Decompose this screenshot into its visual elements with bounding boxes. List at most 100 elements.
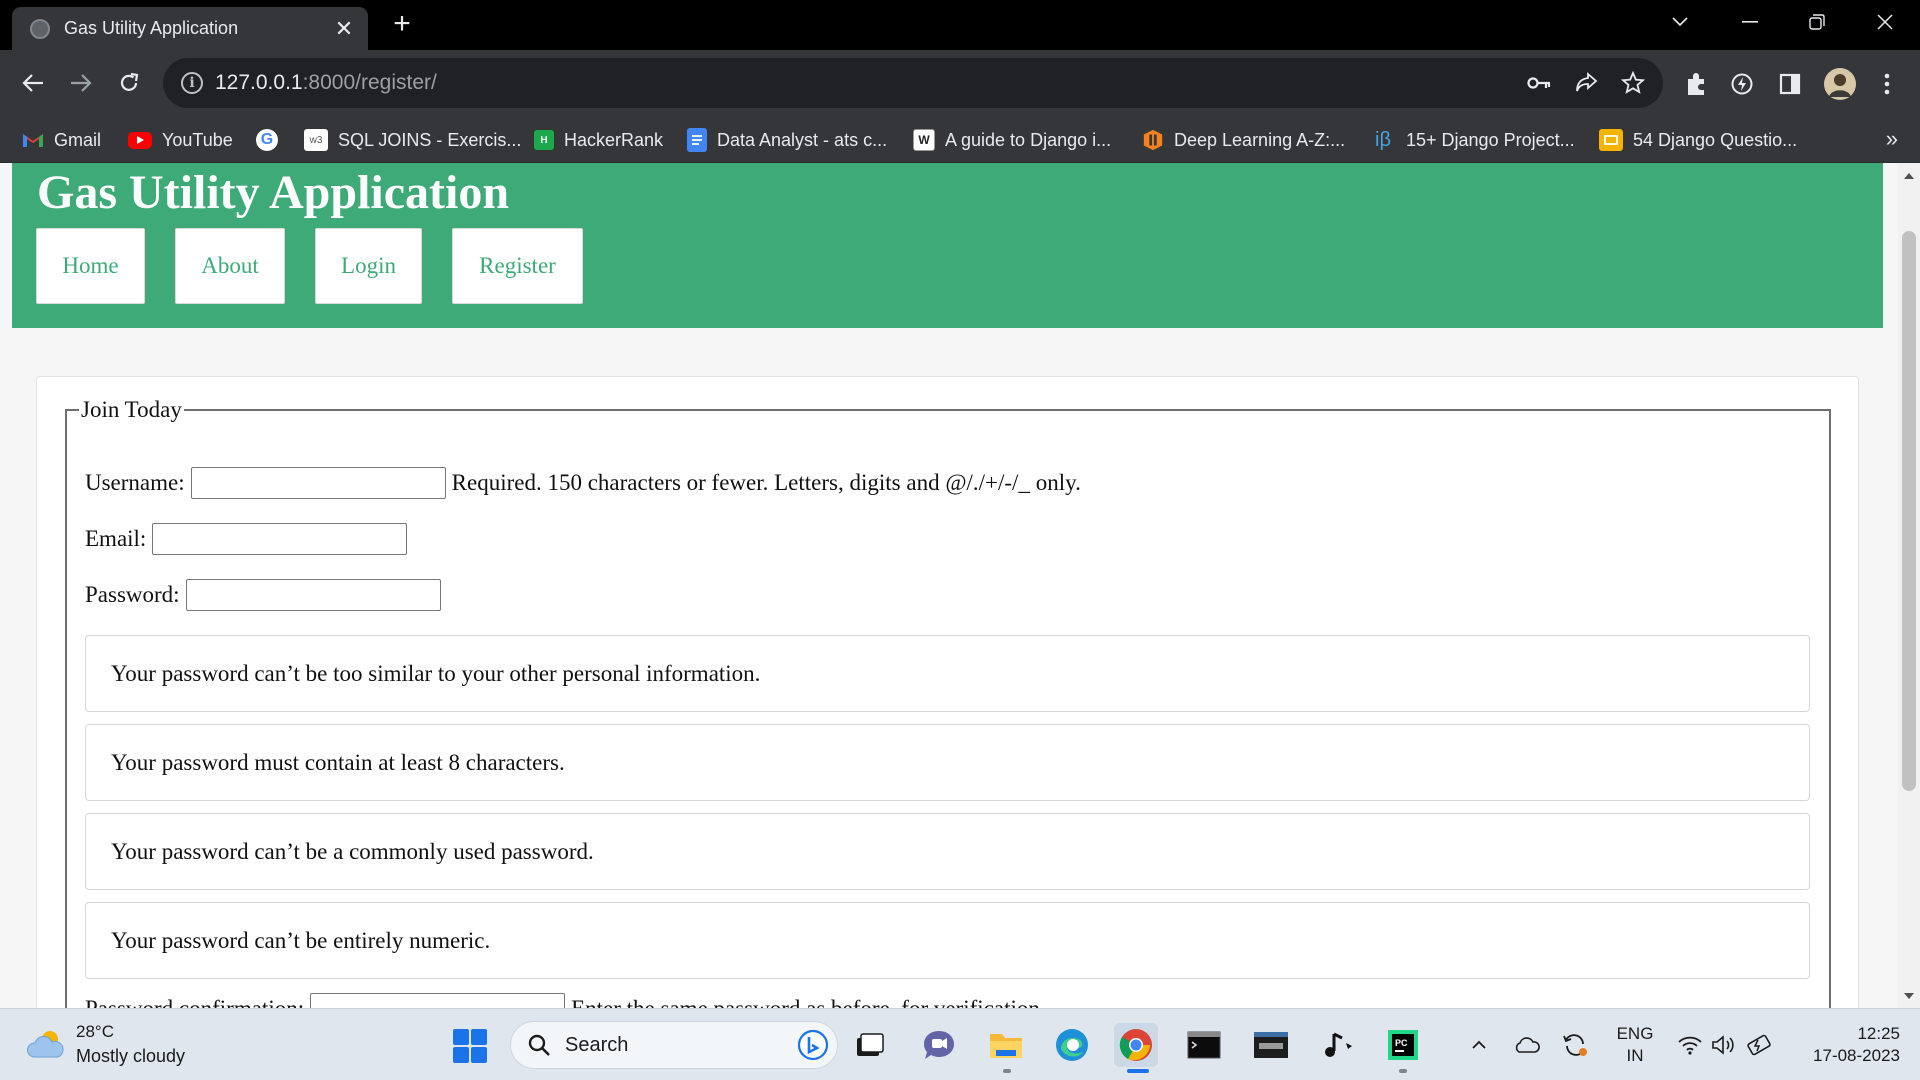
register-card: Join Today Username: Required. 150 chara… — [36, 376, 1859, 1008]
nav-login[interactable]: Login — [315, 228, 422, 304]
taskbar-search[interactable]: Search — [510, 1021, 838, 1069]
reload-button[interactable] — [110, 64, 148, 102]
bookmark-label: 54 Django Questio... — [1633, 129, 1798, 150]
key-icon[interactable] — [1526, 70, 1552, 96]
volume-icon — [1712, 1035, 1734, 1055]
bookmark-label: HackerRank — [564, 129, 664, 150]
tab-strip: Gas Utility Application ✕ + — [0, 0, 1920, 50]
cloud-sun-icon — [27, 1031, 64, 1058]
gmail-icon — [22, 129, 44, 151]
performance-icon[interactable] — [1728, 70, 1756, 98]
username-label: Username: — [85, 470, 185, 495]
email-label: Email: — [85, 526, 147, 551]
file-explorer-button[interactable] — [984, 1023, 1028, 1067]
email-input[interactable] — [152, 523, 408, 555]
minimize-button[interactable] — [1715, 0, 1785, 44]
chat-icon — [924, 1031, 954, 1059]
music-app-button[interactable] — [1316, 1023, 1360, 1067]
page-scrollbar[interactable] — [1898, 163, 1920, 1008]
search-icon — [528, 1034, 550, 1056]
edge-button[interactable] — [1050, 1023, 1094, 1067]
pycharm-button[interactable]: PC — [1381, 1023, 1425, 1067]
hackerrank-icon: H — [534, 130, 554, 150]
quick-settings-button[interactable] — [1675, 1029, 1775, 1061]
bookmark-deep-learning[interactable]: Deep Learning A-Z:... — [1142, 126, 1345, 154]
mysql-icon — [1254, 1032, 1288, 1058]
show-hidden-icons-button[interactable] — [1468, 1029, 1490, 1061]
bookmark-gmail[interactable]: Gmail — [22, 126, 101, 154]
tab-search-button[interactable] — [1645, 0, 1715, 44]
side-panel-icon[interactable] — [1776, 70, 1804, 98]
teams-chat-button[interactable] — [917, 1023, 961, 1067]
forward-button[interactable] — [62, 64, 100, 102]
browser-toolbar: i 127.0.0.1:8000/register/ — [0, 50, 1920, 116]
bing-icon[interactable] — [797, 1029, 829, 1061]
region-code: IN — [1626, 1046, 1644, 1065]
address-bar[interactable]: i 127.0.0.1:8000/register/ — [163, 58, 1663, 108]
terminal-button[interactable] — [1182, 1023, 1226, 1067]
bookmark-django-guide[interactable]: W A guide to Django i... — [913, 126, 1111, 154]
scrollbar-thumb[interactable] — [1902, 231, 1916, 791]
password-help-item: Your password can’t be entirely numeric. — [85, 902, 1810, 979]
share-icon[interactable] — [1573, 70, 1599, 96]
bookmark-hackerrank[interactable]: H HackerRank — [534, 126, 663, 154]
extensions-icon[interactable] — [1682, 70, 1710, 98]
edge-icon — [1056, 1029, 1088, 1061]
clock-time: 12:25 — [1857, 1024, 1900, 1043]
bookmark-django-questions[interactable]: 54 Django Questio... — [1599, 126, 1797, 154]
restore-button[interactable] — [1782, 0, 1852, 44]
scroll-up-icon[interactable] — [1904, 173, 1914, 179]
menu-icon[interactable] — [1873, 70, 1901, 98]
nav-register[interactable]: Register — [452, 228, 583, 304]
browser-tab[interactable]: Gas Utility Application ✕ — [12, 7, 368, 50]
language-indicator[interactable]: ENG IN — [1615, 1023, 1655, 1067]
close-tab-icon[interactable]: ✕ — [332, 16, 356, 42]
password-confirm-help: Enter the same password as before, for v… — [571, 996, 1046, 1008]
bookmark-google[interactable]: G — [256, 126, 288, 154]
mysql-button[interactable] — [1249, 1023, 1293, 1067]
profile-avatar[interactable] — [1822, 66, 1858, 102]
arrow-left-icon — [22, 74, 43, 92]
bookmark-youtube[interactable]: YouTube — [128, 126, 233, 154]
new-tab-button[interactable]: + — [385, 8, 419, 42]
onedrive-button[interactable] — [1512, 1029, 1542, 1061]
onedrive-cloud-icon — [1515, 1037, 1540, 1053]
password-input[interactable] — [185, 579, 441, 611]
url-path: :8000/register/ — [302, 71, 437, 94]
folder-icon — [990, 1034, 1022, 1058]
music-note-icon — [1325, 1032, 1352, 1057]
password-confirm-label: Password confirmation: — [85, 996, 304, 1008]
w3schools-icon: w3 — [304, 129, 328, 151]
chrome-icon — [1119, 1029, 1152, 1061]
docs-icon — [687, 128, 707, 152]
bookmark-sql-joins[interactable]: w3 SQL JOINS - Exercis... — [304, 126, 521, 154]
sync-button[interactable] — [1560, 1029, 1590, 1061]
close-window-button[interactable] — [1850, 0, 1920, 44]
slides-icon — [1599, 129, 1623, 151]
password-row: Password: — [85, 579, 447, 611]
bookmarks-overflow-button[interactable]: » — [1886, 126, 1898, 152]
task-view-button[interactable] — [848, 1023, 892, 1067]
username-help: Required. 150 characters or fewer. Lette… — [451, 470, 1081, 495]
bookmark-label: Data Analyst - ats c... — [717, 129, 888, 150]
scroll-down-icon[interactable] — [1904, 993, 1914, 999]
close-icon — [1877, 14, 1893, 30]
weather-description: Mostly cloudy — [76, 1046, 186, 1066]
bookmark-label: Gmail — [54, 129, 102, 150]
site-header: Gas Utility Application Home About Login… — [12, 163, 1883, 328]
nav-about[interactable]: About — [175, 228, 285, 304]
bookmark-data-analyst[interactable]: Data Analyst - ats c... — [687, 126, 887, 154]
nav-home[interactable]: Home — [36, 228, 145, 304]
svg-text:PC: PC — [1395, 1038, 1408, 1048]
back-button[interactable] — [14, 64, 52, 102]
chrome-button[interactable] — [1114, 1023, 1158, 1067]
username-row: Username: Required. 150 characters or fe… — [85, 467, 1081, 499]
info-icon[interactable]: i — [181, 72, 203, 94]
password-confirm-input[interactable] — [310, 993, 566, 1008]
bookmark-django-projects[interactable]: iβ 15+ Django Project... — [1370, 126, 1575, 154]
start-button[interactable] — [453, 1029, 487, 1063]
system-clock[interactable]: 12:25 17-08-2023 — [1790, 1023, 1900, 1067]
django-guide-icon: W — [913, 129, 935, 151]
username-input[interactable] — [190, 467, 446, 499]
star-icon[interactable] — [1620, 70, 1646, 96]
